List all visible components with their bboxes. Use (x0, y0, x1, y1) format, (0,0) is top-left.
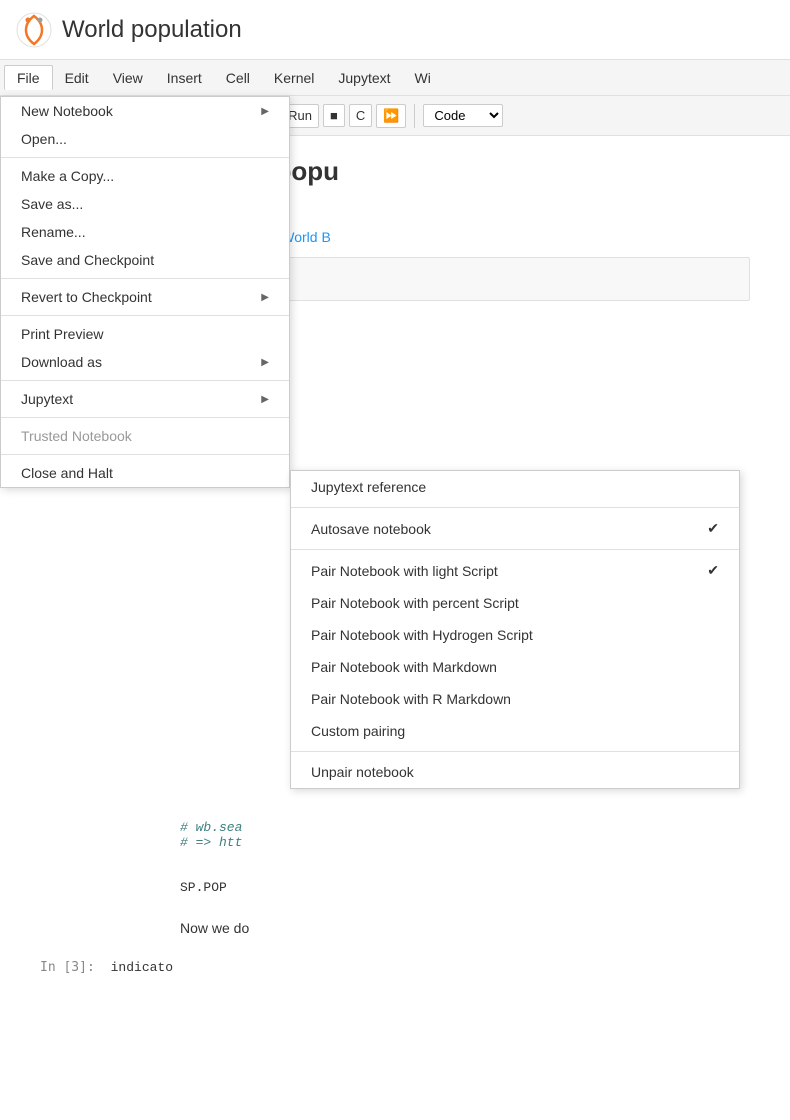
lower-comment-1: # wb.sea (180, 820, 242, 835)
lower-code-area: # wb.sea # => htt (180, 820, 242, 850)
menu-separator-2 (1, 278, 289, 279)
download-arrow-icon: ▶ (261, 357, 269, 368)
menu-save-checkpoint[interactable]: Save and Checkpoint (1, 246, 289, 274)
run-all-button[interactable]: ⏩ (376, 104, 406, 128)
file-menu-dropdown: New Notebook ▶ Open... Make a Copy... Sa… (0, 96, 290, 488)
menu-jupytext[interactable]: Jupytext (326, 66, 402, 90)
menu-file[interactable]: File (4, 65, 53, 90)
submenu-autosave[interactable]: Autosave notebook ✔ (291, 512, 739, 545)
restart-button[interactable]: C (349, 104, 372, 127)
menu-separator-5 (1, 417, 289, 418)
submenu-separator-3 (291, 751, 739, 752)
pair-light-check-icon: ✔ (707, 562, 719, 579)
submenu-jupytext-reference[interactable]: Jupytext reference (291, 471, 739, 503)
lower-text: Now we do (180, 920, 249, 936)
menu-bar: File Edit View Insert Cell Kernel Jupyte… (0, 60, 790, 96)
submenu-pair-light[interactable]: Pair Notebook with light Script ✔ (291, 554, 739, 587)
jupytext-submenu: Jupytext reference Autosave notebook ✔ P… (290, 470, 740, 789)
jupytext-arrow-icon: ▶ (261, 394, 269, 405)
submenu-unpair[interactable]: Unpair notebook (291, 756, 739, 788)
lower-sp-pop: SP.POP (180, 880, 227, 895)
jupyter-header: World population (0, 0, 790, 60)
menu-jupytext[interactable]: Jupytext ▶ (1, 385, 289, 413)
menu-insert[interactable]: Insert (155, 66, 214, 90)
autosave-check-icon: ✔ (707, 520, 719, 537)
menu-separator-6 (1, 454, 289, 455)
toolbar-separator-4 (414, 104, 415, 128)
submenu-pair-r-markdown[interactable]: Pair Notebook with R Markdown (291, 683, 739, 715)
menu-close-halt[interactable]: Close and Halt (1, 459, 289, 487)
submenu-pair-markdown[interactable]: Pair Notebook with Markdown (291, 651, 739, 683)
submenu-custom-pairing[interactable]: Custom pairing (291, 715, 739, 747)
menu-kernel[interactable]: Kernel (262, 66, 326, 90)
submenu-pair-hydrogen[interactable]: Pair Notebook with Hydrogen Script (291, 619, 739, 651)
menu-separator-4 (1, 380, 289, 381)
menu-wi[interactable]: Wi (403, 66, 443, 90)
menu-separator-1 (1, 157, 289, 158)
menu-print-preview[interactable]: Print Preview (1, 320, 289, 348)
menu-edit[interactable]: Edit (53, 66, 101, 90)
menu-save-as[interactable]: Save as... (1, 190, 289, 218)
revert-arrow-icon: ▶ (261, 292, 269, 303)
lower-cell-label: In [3]: indicato (40, 960, 173, 975)
menu-cell[interactable]: Cell (214, 66, 262, 90)
menu-open[interactable]: Open... (1, 125, 289, 153)
menu-rename[interactable]: Rename... (1, 218, 289, 246)
menu-revert-checkpoint[interactable]: Revert to Checkpoint ▶ (1, 283, 289, 311)
jupyter-logo-icon (16, 12, 52, 48)
lower-comment-2: # => htt (180, 835, 242, 850)
menu-make-copy[interactable]: Make a Copy... (1, 162, 289, 190)
stop-button[interactable]: ■ (323, 104, 345, 127)
submenu-separator-2 (291, 549, 739, 550)
cell-type-select[interactable]: Code (423, 104, 503, 127)
page-title: World population (62, 16, 242, 44)
menu-download-as[interactable]: Download as ▶ (1, 348, 289, 376)
new-notebook-arrow-icon: ▶ (261, 106, 269, 117)
submenu-pair-percent[interactable]: Pair Notebook with percent Script (291, 587, 739, 619)
menu-separator-3 (1, 315, 289, 316)
menu-new-notebook[interactable]: New Notebook ▶ (1, 97, 289, 125)
menu-trusted-notebook: Trusted Notebook (1, 422, 289, 450)
menu-view[interactable]: View (101, 66, 155, 90)
submenu-separator-1 (291, 507, 739, 508)
